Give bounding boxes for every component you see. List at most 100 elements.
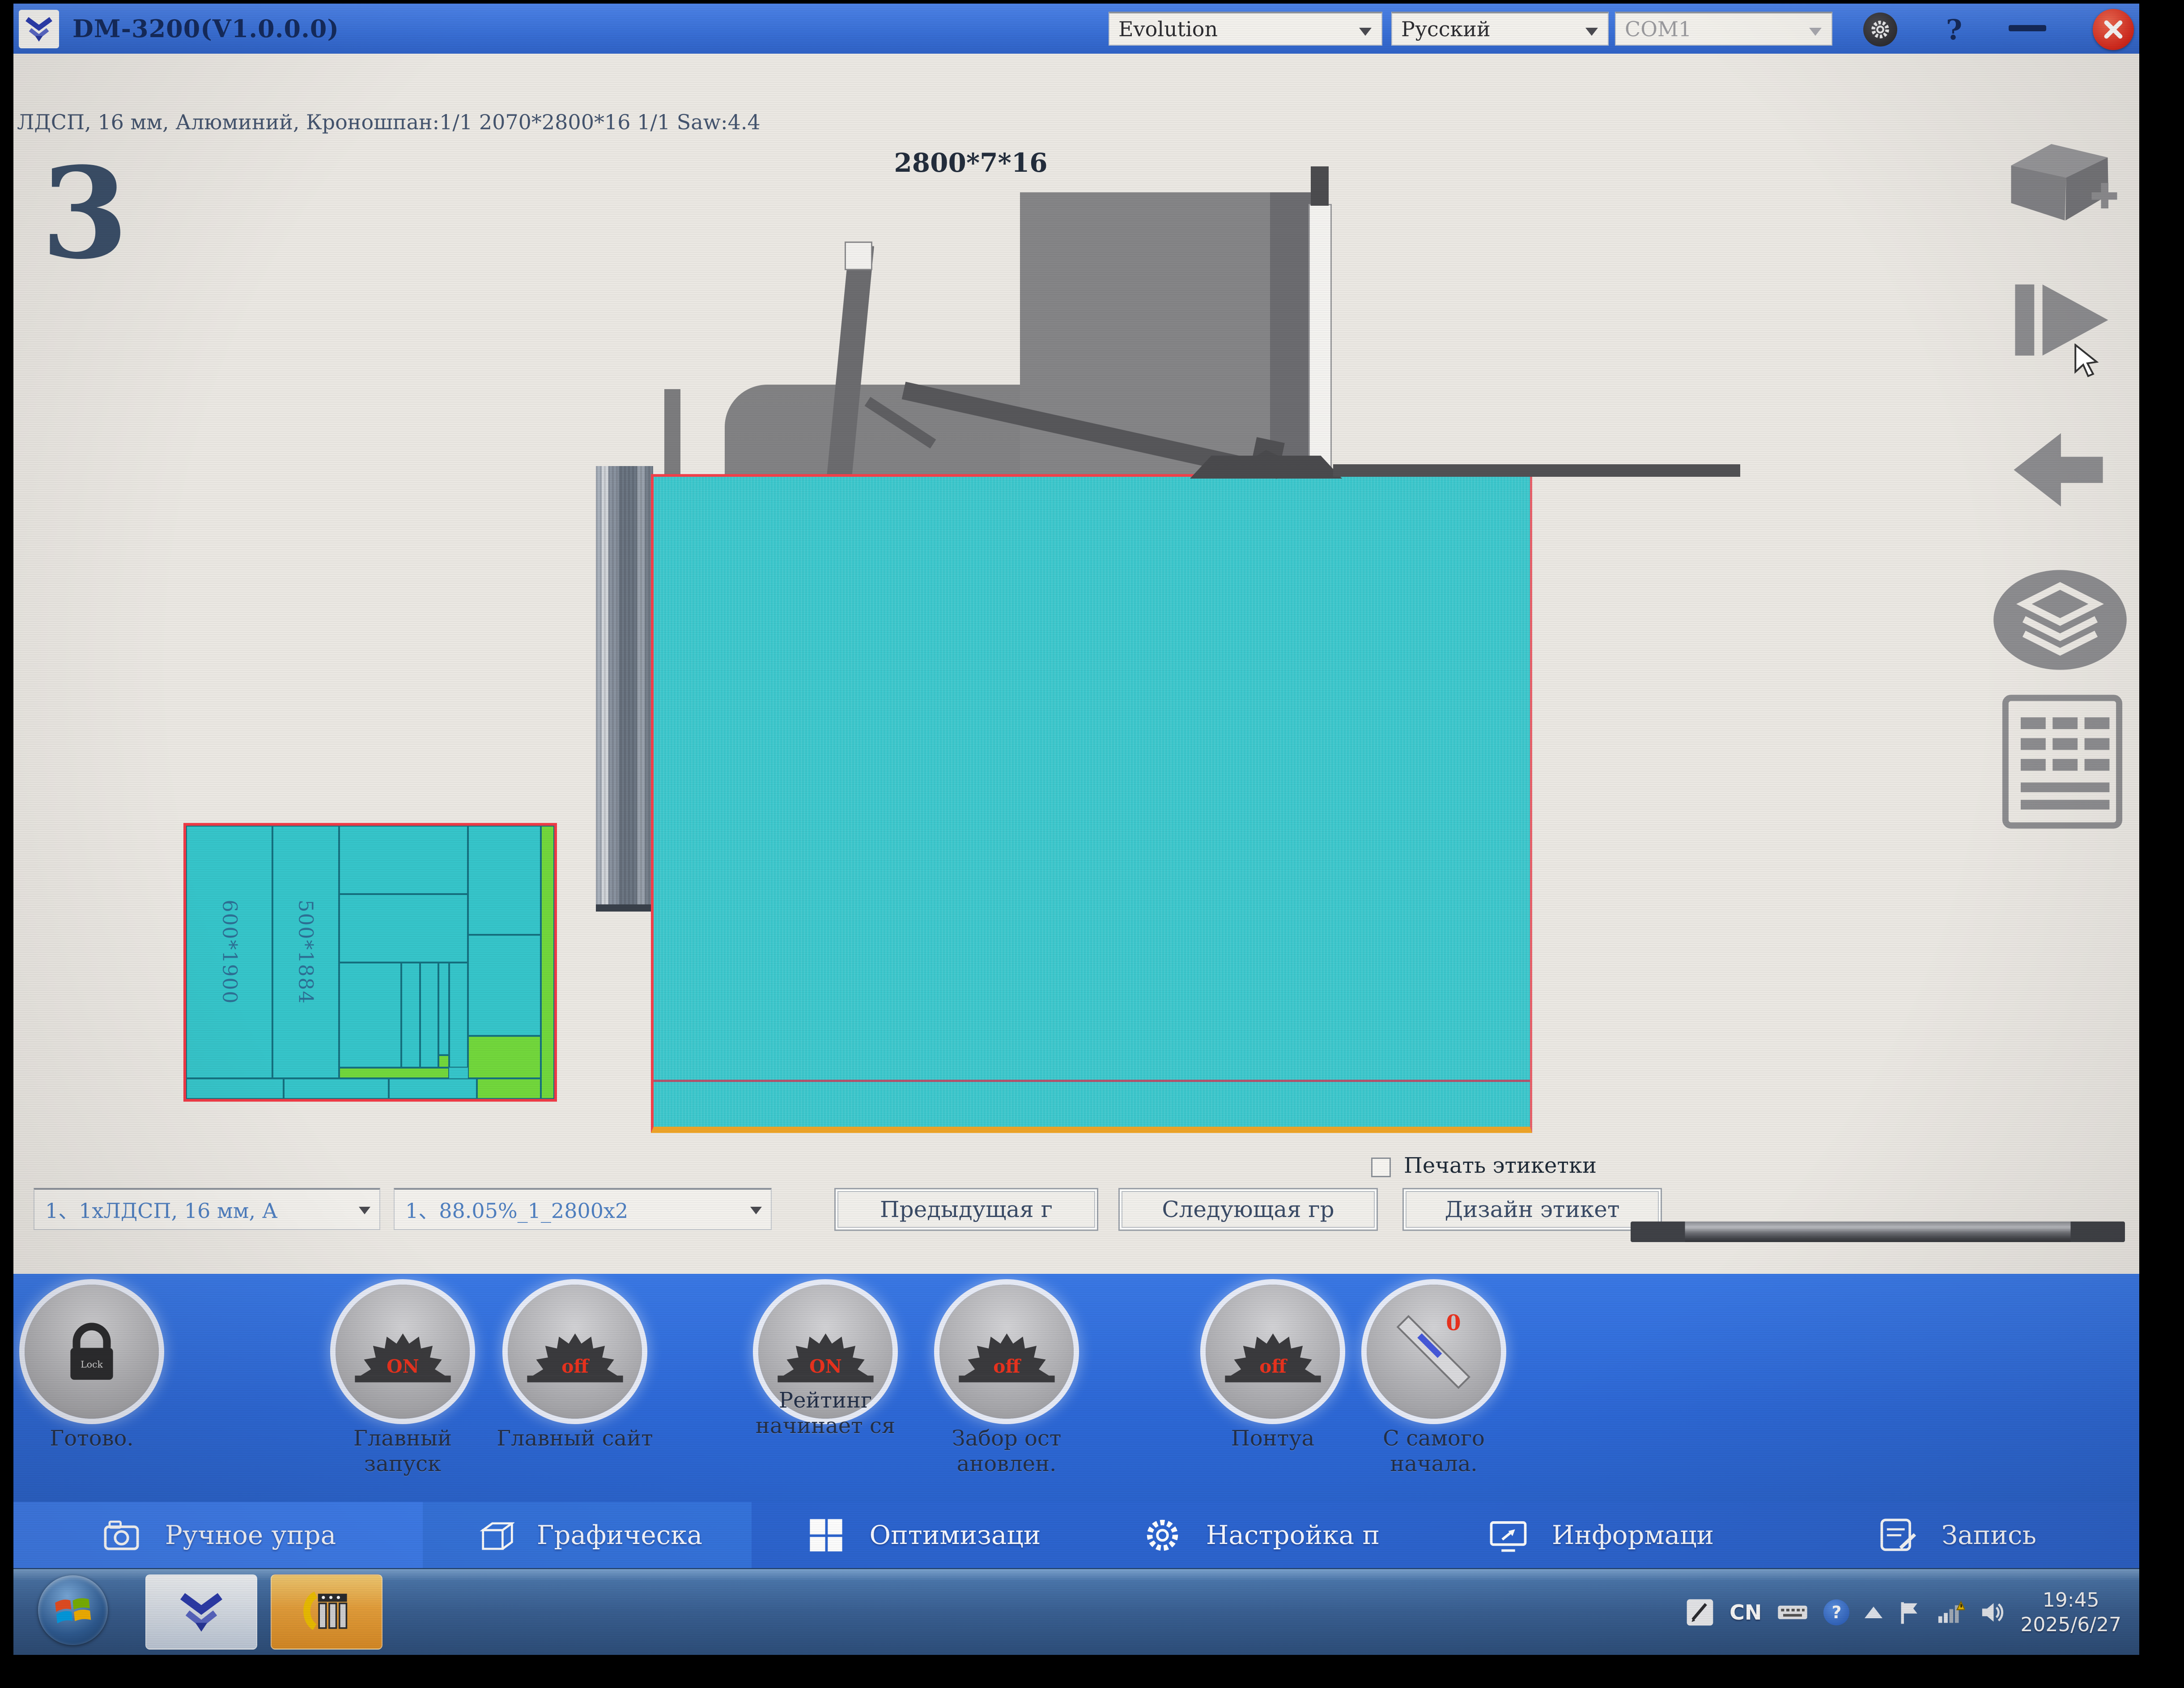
layout-piece <box>468 826 541 935</box>
piece-dimension-label: 500*1884 <box>294 900 317 1005</box>
taskbar-app-dm3200[interactable] <box>145 1574 257 1650</box>
main-navigation: Ручное упра Графическа Оптимизаци <box>13 1502 2139 1568</box>
start-button[interactable] <box>38 1575 108 1645</box>
nav-tab-label: Настройка п <box>1206 1520 1380 1550</box>
network-warning-icon[interactable] <box>1936 1599 1965 1625</box>
nav-tab-settings[interactable]: Настройка п <box>1094 1502 1427 1568</box>
profile-dropdown[interactable]: Evolution <box>1109 12 1382 46</box>
layout-piece <box>449 963 467 1068</box>
svg-text:off: off <box>993 1356 1021 1377</box>
layout-waste-piece <box>541 826 554 1099</box>
print-label-checkbox-label: Печать этикетки <box>1404 1153 1597 1178</box>
nav-tab-graphics[interactable]: Графическа <box>423 1502 752 1568</box>
nav-tab-manual-control[interactable]: Ручное упра <box>13 1502 423 1568</box>
previous-group-button[interactable]: Предыдущая г <box>834 1188 1098 1231</box>
sheet-index-number: 3 <box>41 151 128 276</box>
help-button[interactable]: ? <box>1937 13 1971 47</box>
speaker-icon[interactable] <box>1980 1600 2005 1625</box>
nav-tab-information[interactable]: Информаци <box>1427 1502 1774 1568</box>
svg-text:off: off <box>1259 1356 1287 1377</box>
layout-waste-piece <box>477 1078 541 1099</box>
box-add-icon <box>2002 133 2118 227</box>
layout-piece: 600*1900 <box>186 826 272 1078</box>
undo-button[interactable] <box>2000 424 2118 517</box>
gear-icon <box>1141 1514 1184 1557</box>
piece-dimension-label: 600*1900 <box>218 900 241 1005</box>
clock-time: 19:45 <box>2020 1588 2121 1612</box>
nav-tab-optimization[interactable]: Оптимизаци <box>752 1502 1094 1568</box>
system-tray: CN ? <box>1686 1569 2121 1655</box>
keyboard-icon <box>1997 692 2127 831</box>
chevron-down-icon <box>359 1207 370 1214</box>
action-center-flag-icon[interactable] <box>1898 1600 1921 1625</box>
camera-icon <box>100 1514 143 1557</box>
pickup-stopped-button[interactable]: off <box>939 1285 1074 1419</box>
cutting-layout-preview[interactable]: 600*1900 500*1884 <box>183 823 557 1102</box>
layers-icon <box>1991 566 2129 674</box>
machine-mast <box>1309 204 1332 483</box>
main-start-button[interactable]: ON <box>336 1285 470 1419</box>
window-title: DM-3200(V1.0.0.0) <box>72 4 339 54</box>
pattern-select[interactable]: 1、88.05%_1_2800x2 <box>394 1188 772 1230</box>
help-tray-icon[interactable]: ? <box>1823 1599 1849 1625</box>
gear-icon <box>1869 18 1892 41</box>
profile-dropdown-value: Evolution <box>1118 17 1218 41</box>
svg-text:0: 0 <box>1446 1311 1461 1336</box>
machine-button-label: Понтуа <box>1201 1426 1344 1451</box>
show-hidden-icons-button[interactable] <box>1865 1607 1882 1618</box>
start-step-button[interactable] <box>2004 272 2120 370</box>
machine-button-label: Рейтинг начинает ся <box>754 1388 897 1438</box>
svg-text:ON: ON <box>809 1356 842 1377</box>
settings-gear-button[interactable] <box>1863 13 1897 47</box>
nav-tab-record[interactable]: Запись <box>1774 1502 2139 1568</box>
cube-icon <box>472 1514 514 1557</box>
svg-text:off: off <box>561 1356 590 1377</box>
next-group-button[interactable]: Следующая гр <box>1118 1188 1378 1231</box>
ready-lock-button[interactable]: Lock <box>25 1285 159 1419</box>
add-panel-button[interactable] <box>2002 133 2118 229</box>
ime-pen-icon[interactable] <box>1686 1598 1714 1627</box>
machine-button-label: Главный запуск <box>322 1426 483 1476</box>
layout-piece <box>339 826 468 894</box>
close-icon <box>2103 20 2123 39</box>
taskbar-app-saw-tool[interactable] <box>271 1574 382 1650</box>
saw-icon: off <box>959 1318 1055 1385</box>
close-button[interactable] <box>2093 9 2134 50</box>
machine-fence-bar <box>1333 464 1740 477</box>
titlebar: DM-3200(V1.0.0.0) Evolution Русский COM1… <box>13 4 2139 54</box>
layout-piece <box>420 963 438 1068</box>
mouse-cursor <box>2071 344 2101 379</box>
main-saw-button[interactable]: off <box>508 1285 642 1419</box>
language-dropdown[interactable]: Русский <box>1391 12 1609 46</box>
note-icon <box>1877 1514 1919 1557</box>
pontua-button[interactable]: off <box>1206 1285 1340 1419</box>
chevron-down-icon <box>1809 28 1822 36</box>
nav-tab-label: Графическа <box>537 1520 702 1550</box>
keypad-button[interactable] <box>1997 692 2127 833</box>
beam-progress-bar <box>1631 1221 2125 1242</box>
minimize-button[interactable] <box>2009 25 2046 31</box>
keyboard-tray-icon[interactable] <box>1777 1602 1808 1623</box>
machine-button-label: Забор ост ановлен. <box>933 1426 1080 1476</box>
stock-select[interactable]: 1、1хЛДСП, 16 мм, А <box>34 1188 380 1230</box>
input-language-indicator[interactable]: CN <box>1729 1600 1762 1624</box>
monitor-icon <box>1487 1514 1530 1557</box>
layout-piece <box>438 963 450 1056</box>
cut-spec-text: 2800*7*16 <box>854 148 1087 178</box>
language-dropdown-value: Русский <box>1401 17 1491 41</box>
print-label-checkbox[interactable] <box>1371 1158 1391 1177</box>
windows-taskbar: CN ? <box>13 1568 2139 1655</box>
windows-flag-icon <box>54 1592 92 1628</box>
layout-waste-piece <box>339 1068 450 1078</box>
svg-text:Lock: Lock <box>81 1359 103 1370</box>
cut-line <box>654 1080 1530 1082</box>
restart-from-beginning-button[interactable]: 0 <box>1367 1285 1501 1419</box>
layout-piece <box>401 963 420 1068</box>
layers-button[interactable] <box>1991 566 2129 675</box>
label-design-button[interactable]: Дизайн этикет <box>1402 1188 1662 1231</box>
saw-tool-icon <box>300 1585 353 1639</box>
lock-icon: Lock <box>54 1314 130 1390</box>
material-info-text: ЛДСП, 16 мм, Алюминий, Кроношпан:1/1 207… <box>17 110 761 134</box>
com-port-dropdown[interactable]: COM1 <box>1615 12 1832 46</box>
taskbar-clock[interactable]: 19:45 2025/6/27 <box>2020 1588 2121 1637</box>
